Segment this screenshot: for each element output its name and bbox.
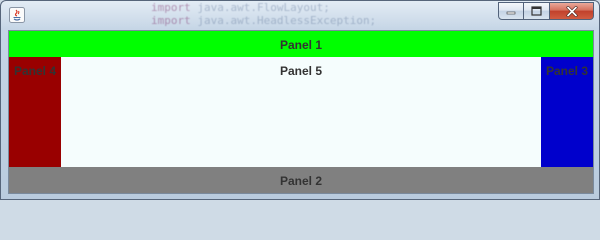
panel-south[interactable]: Panel 2: [9, 167, 593, 193]
panel-west-label: Panel 4: [13, 64, 57, 78]
minimize-icon: [506, 11, 516, 15]
window-controls: [498, 2, 594, 21]
panel-west[interactable]: Panel 4: [9, 57, 61, 167]
panel-north[interactable]: Panel 1: [9, 31, 593, 57]
minimize-button[interactable]: [498, 2, 524, 20]
title-bar[interactable]: [1, 1, 599, 30]
app-window: import java.awt.FlowLayout; import java.…: [0, 0, 600, 200]
panel-east-label: Panel 3: [545, 64, 589, 78]
panel-east[interactable]: Panel 3: [541, 57, 593, 167]
java-app-icon[interactable]: [9, 7, 25, 23]
panel-south-label: Panel 2: [279, 174, 323, 188]
panel-center[interactable]: Panel 5: [61, 57, 541, 167]
border-layout-content-pane: Panel 1 Panel 4 Panel 5 Panel 3 Panel 2: [8, 30, 594, 194]
close-button[interactable]: [550, 2, 594, 20]
panel-north-label: Panel 1: [279, 38, 323, 52]
maximize-button[interactable]: [524, 2, 550, 20]
close-icon: [566, 5, 577, 17]
maximize-icon: [531, 6, 542, 16]
panel-center-label: Panel 5: [279, 64, 323, 78]
